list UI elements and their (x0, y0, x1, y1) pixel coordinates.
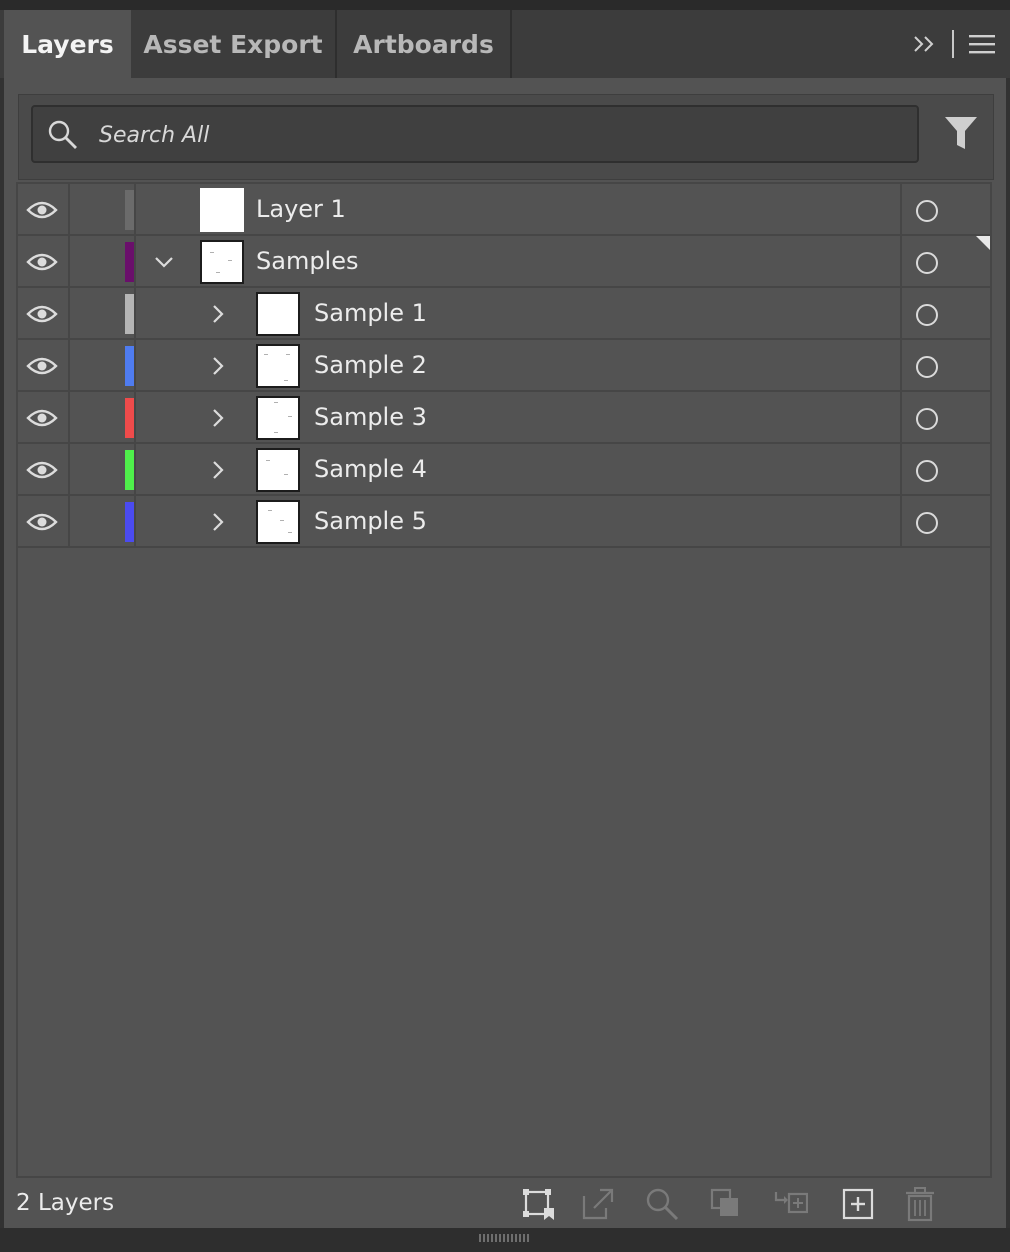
layer-row-sample-4[interactable]: Sample 4 (18, 444, 990, 496)
column-divider (68, 392, 70, 444)
chevron-right-icon[interactable] (206, 406, 230, 430)
layer-thumbnail (200, 240, 244, 284)
search-box[interactable] (31, 105, 919, 163)
layer-color-swatch (125, 190, 134, 230)
column-divider (900, 340, 902, 392)
column-divider (68, 236, 70, 288)
layer-count: 2 Layers (16, 1190, 115, 1216)
collect-for-export-icon[interactable] (520, 1186, 556, 1222)
hamburger-menu-icon[interactable] (968, 32, 996, 56)
target-circle-icon[interactable] (916, 512, 938, 534)
locate-object-icon[interactable] (644, 1186, 680, 1222)
search-icon (48, 120, 77, 149)
filter-icon[interactable] (943, 113, 979, 153)
layer-name[interactable]: Sample 4 (314, 455, 427, 483)
tab-bar: Layers Asset Export Artboards (0, 10, 1010, 78)
layer-name[interactable]: Layer 1 (256, 195, 346, 223)
layer-row-sample-1[interactable]: Sample 1 (18, 288, 990, 340)
eye-icon[interactable] (26, 304, 58, 324)
create-new-layer-icon[interactable] (840, 1186, 876, 1222)
column-divider (900, 392, 902, 444)
target-circle-icon[interactable] (916, 356, 938, 378)
layer-row-sample-2[interactable]: Sample 2 (18, 340, 990, 392)
column-divider (68, 340, 70, 392)
target-circle-icon[interactable] (916, 252, 938, 274)
column-divider (900, 236, 902, 288)
layer-color-swatch (125, 502, 134, 542)
panel-body: Layer 1 (4, 78, 1006, 1228)
column-divider (68, 184, 70, 236)
delete-icon[interactable] (902, 1186, 938, 1222)
selection-corner-indicator (976, 236, 990, 250)
layer-row-sample-5[interactable]: Sample 5 (18, 496, 990, 548)
double-chevron-right-icon[interactable] (910, 29, 940, 59)
panel-top-strip (0, 0, 1010, 10)
target-circle-icon[interactable] (916, 460, 938, 482)
target-circle-icon[interactable] (916, 408, 938, 430)
target-circle-icon[interactable] (916, 304, 938, 326)
layer-name[interactable]: Sample 5 (314, 507, 427, 535)
layer-thumbnail (200, 188, 244, 232)
layer-thumbnail (256, 396, 300, 440)
column-divider (134, 392, 136, 444)
export-icon[interactable] (580, 1186, 616, 1222)
layer-name[interactable]: Sample 1 (314, 299, 427, 327)
layer-color-swatch (125, 294, 134, 334)
chevron-right-icon[interactable] (206, 458, 230, 482)
chevron-right-icon[interactable] (206, 510, 230, 534)
chevron-down-icon[interactable] (152, 250, 176, 274)
column-divider (68, 444, 70, 496)
column-divider (134, 288, 136, 340)
layer-thumbnail (256, 292, 300, 336)
layer-color-swatch (125, 450, 134, 490)
layer-row-samples[interactable]: Samples (18, 236, 990, 288)
column-divider (134, 236, 136, 288)
eye-icon[interactable] (26, 512, 58, 532)
layer-row-sample-3[interactable]: Sample 3 (18, 392, 990, 444)
layers-panel: Layers Asset Export Artboards Search All… (0, 0, 1010, 1252)
layer-color-swatch (125, 346, 134, 386)
column-divider (68, 288, 70, 340)
search-area (18, 94, 994, 180)
column-divider (68, 496, 70, 548)
column-divider (900, 288, 902, 340)
layer-thumbnail (256, 500, 300, 544)
tab-asset-export[interactable]: Asset Export (131, 10, 337, 78)
column-divider (900, 444, 902, 496)
column-divider (900, 184, 902, 236)
layers-list: Layer 1 Samples Sample 1 Sample 2 Sample… (16, 182, 992, 1178)
target-circle-icon[interactable] (916, 200, 938, 222)
layer-color-swatch (125, 242, 134, 282)
panel-footer: 2 Layers (4, 1180, 1006, 1228)
make-clipping-mask-icon[interactable] (708, 1186, 744, 1222)
tab-bar-divider (952, 30, 954, 58)
create-sublayer-icon[interactable] (772, 1186, 808, 1222)
column-divider (134, 184, 136, 236)
layer-name[interactable]: Sample 2 (314, 351, 427, 379)
layer-thumbnail (256, 448, 300, 492)
tab-layers[interactable]: Layers (4, 10, 131, 78)
tab-bar-actions (910, 28, 996, 60)
column-divider (134, 340, 136, 392)
eye-icon[interactable] (26, 356, 58, 376)
chevron-right-icon[interactable] (206, 302, 230, 326)
layer-name[interactable]: Sample 3 (314, 403, 427, 431)
tab-artboards[interactable]: Artboards (337, 10, 512, 78)
layer-row-layer-1[interactable]: Layer 1 (18, 184, 990, 236)
eye-icon[interactable] (26, 408, 58, 428)
eye-icon[interactable] (26, 200, 58, 220)
column-divider (134, 496, 136, 548)
layer-name[interactable]: Samples (256, 247, 359, 275)
layer-thumbnail (256, 344, 300, 388)
column-divider (900, 496, 902, 548)
eye-icon[interactable] (26, 252, 58, 272)
layer-color-swatch (125, 398, 134, 438)
column-divider (134, 444, 136, 496)
eye-icon[interactable] (26, 460, 58, 480)
resize-grip-icon[interactable] (478, 1232, 530, 1244)
chevron-right-icon[interactable] (206, 354, 230, 378)
search-input[interactable] (99, 113, 899, 157)
